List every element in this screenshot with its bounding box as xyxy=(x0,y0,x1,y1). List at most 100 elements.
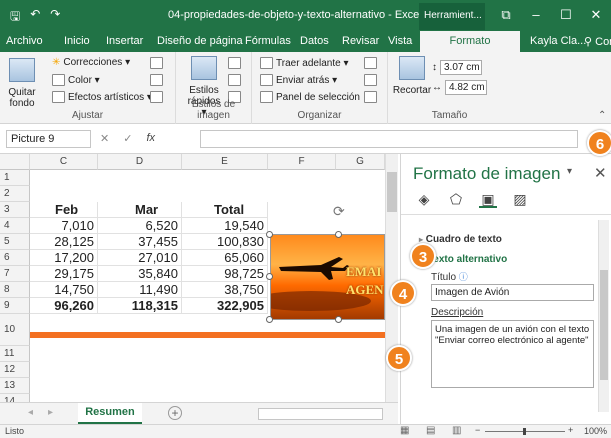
column-header[interactable]: F xyxy=(268,154,336,170)
tab-inicio[interactable]: Inicio xyxy=(64,35,90,47)
zoom-in-icon[interactable]: + xyxy=(568,425,573,435)
resize-handle[interactable] xyxy=(335,316,342,323)
size-properties-icon[interactable]: ▣ xyxy=(479,190,497,208)
enter-icon[interactable]: ✓ xyxy=(123,132,132,145)
corrections-button[interactable]: ✳ Correcciones ▾ xyxy=(52,57,130,68)
column-header[interactable]: G xyxy=(336,154,385,170)
picture-effects-icon[interactable] xyxy=(228,74,241,86)
table-cell[interactable]: 35,840 xyxy=(98,266,182,282)
minimize-button[interactable]: – xyxy=(521,0,551,30)
save-icon[interactable]: 🖫 xyxy=(10,7,20,28)
ribbon-display-icon[interactable]: ⧉ xyxy=(491,0,521,30)
reset-picture-icon[interactable] xyxy=(150,91,163,103)
send-backward-button[interactable]: Enviar atrás ▾ xyxy=(260,74,337,86)
row-header[interactable]: 1 xyxy=(0,170,30,186)
cancel-icon[interactable]: ✕ xyxy=(100,132,109,145)
column-header[interactable]: E xyxy=(182,154,268,170)
sheet-tab-resumen[interactable]: Resumen xyxy=(78,403,142,425)
tab-revisar[interactable]: Revisar xyxy=(342,35,379,47)
tab-vista[interactable]: Vista xyxy=(388,35,412,47)
change-picture-icon[interactable] xyxy=(150,74,163,86)
info-icon[interactable]: ⓘ xyxy=(459,272,468,282)
tab-formulas[interactable]: Fórmulas xyxy=(245,35,291,47)
pane-scrollbar[interactable] xyxy=(598,220,609,412)
pane-close-button[interactable]: ✕ xyxy=(594,164,607,182)
alt-description-textarea[interactable]: Una imagen de un avión con el texto "Env… xyxy=(431,320,594,388)
remove-background-button[interactable]: Quitar fondo xyxy=(4,58,40,109)
page-break-icon[interactable]: ▥ xyxy=(452,425,461,436)
table-cell[interactable]: 14,750 xyxy=(30,282,98,298)
redo-icon[interactable]: ↷ xyxy=(50,7,60,28)
bring-forward-button[interactable]: Traer adelante ▾ xyxy=(260,57,348,69)
width-input[interactable]: 4.82 cm xyxy=(445,80,487,95)
collapse-ribbon-icon[interactable]: ⌃ xyxy=(598,110,606,121)
page-layout-icon[interactable]: ▤ xyxy=(426,425,435,436)
compress-icon[interactable] xyxy=(150,57,163,69)
add-sheet-button[interactable]: + xyxy=(168,406,182,420)
row-header[interactable]: 12 xyxy=(0,362,30,378)
name-box[interactable]: Picture 9 xyxy=(6,130,91,148)
effects-icon[interactable]: ⬠ xyxy=(447,190,465,208)
tab-datos[interactable]: Datos xyxy=(300,35,329,47)
select-all-corner[interactable] xyxy=(0,154,30,170)
table-cell[interactable]: 11,490 xyxy=(98,282,182,298)
undo-icon[interactable]: ↶ xyxy=(30,7,40,28)
row-header[interactable]: 5 xyxy=(0,234,30,250)
picture-border-icon[interactable] xyxy=(228,57,241,69)
resize-handle[interactable] xyxy=(266,231,273,238)
zoom-thumb[interactable] xyxy=(523,428,526,435)
pane-scroll-thumb[interactable] xyxy=(600,270,608,380)
row-header[interactable]: 8 xyxy=(0,282,30,298)
row-header[interactable]: 13 xyxy=(0,378,30,394)
group-icon[interactable] xyxy=(364,74,377,86)
row-header[interactable]: 3 xyxy=(0,202,30,218)
table-cell[interactable]: 37,455 xyxy=(98,234,182,250)
restore-button[interactable]: ☐ xyxy=(551,0,581,30)
color-button[interactable]: Color ▾ xyxy=(52,74,100,86)
picture-icon[interactable]: ▨ xyxy=(511,190,529,208)
table-cell-total[interactable]: 322,905 xyxy=(182,298,268,314)
row-header[interactable]: 10 xyxy=(0,314,30,346)
resize-handle[interactable] xyxy=(335,231,342,238)
crop-button[interactable]: Recortar xyxy=(393,56,431,96)
cell-header-mar[interactable]: Mar xyxy=(98,202,182,218)
table-cell[interactable]: 100,830 xyxy=(182,234,268,250)
cell-header-feb[interactable]: Feb xyxy=(30,202,98,218)
tab-archivo[interactable]: Archivo xyxy=(6,35,43,47)
section-texto-alternativo[interactable]: ◢ Texto alternativo xyxy=(419,254,597,270)
scroll-thumb[interactable] xyxy=(387,172,397,212)
table-cell[interactable]: 19,540 xyxy=(182,218,268,234)
fx-icon[interactable]: fx xyxy=(146,132,155,145)
fill-line-icon[interactable]: ◈ xyxy=(415,190,433,208)
row-header[interactable]: 2 xyxy=(0,186,30,202)
tab-diseno[interactable]: Diseño de página xyxy=(157,35,243,47)
horizontal-scrollbar[interactable] xyxy=(258,408,383,420)
section-cuadro-texto[interactable]: ▸ Cuadro de texto xyxy=(419,234,597,250)
resize-handle[interactable] xyxy=(266,273,273,280)
height-field[interactable]: ↕ 3.07 cm xyxy=(432,60,482,75)
zoom-level[interactable]: 100% xyxy=(584,426,607,436)
rotate-icon[interactable] xyxy=(364,91,377,103)
tab-insertar[interactable]: Insertar xyxy=(106,35,143,47)
normal-view-icon[interactable]: ▦ xyxy=(400,425,409,436)
formula-input[interactable] xyxy=(200,130,578,148)
cell-header-total[interactable]: Total xyxy=(182,202,268,218)
align-icon[interactable] xyxy=(364,57,377,69)
prev-sheet-icon[interactable]: ◂ xyxy=(28,407,33,418)
table-cell-total[interactable]: 96,260 xyxy=(30,298,98,314)
airplane-picture[interactable]: EMAI AGEN xyxy=(270,234,385,320)
selection-pane-button[interactable]: Panel de selección xyxy=(260,91,360,103)
table-cell[interactable]: 38,750 xyxy=(182,282,268,298)
row-header[interactable]: 7 xyxy=(0,266,30,282)
table-cell[interactable]: 17,200 xyxy=(30,250,98,266)
pane-options-icon[interactable]: ▾ xyxy=(567,166,572,177)
row-header[interactable]: 9 xyxy=(0,298,30,314)
row-header[interactable]: 4 xyxy=(0,218,30,234)
table-cell[interactable]: 6,520 xyxy=(98,218,182,234)
table-cell[interactable]: 27,010 xyxy=(98,250,182,266)
zoom-out-icon[interactable]: − xyxy=(475,425,480,435)
table-cell[interactable]: 65,060 xyxy=(182,250,268,266)
table-cell[interactable]: 29,175 xyxy=(30,266,98,282)
table-cell-total[interactable]: 118,315 xyxy=(98,298,182,314)
table-cell[interactable]: 28,125 xyxy=(30,234,98,250)
